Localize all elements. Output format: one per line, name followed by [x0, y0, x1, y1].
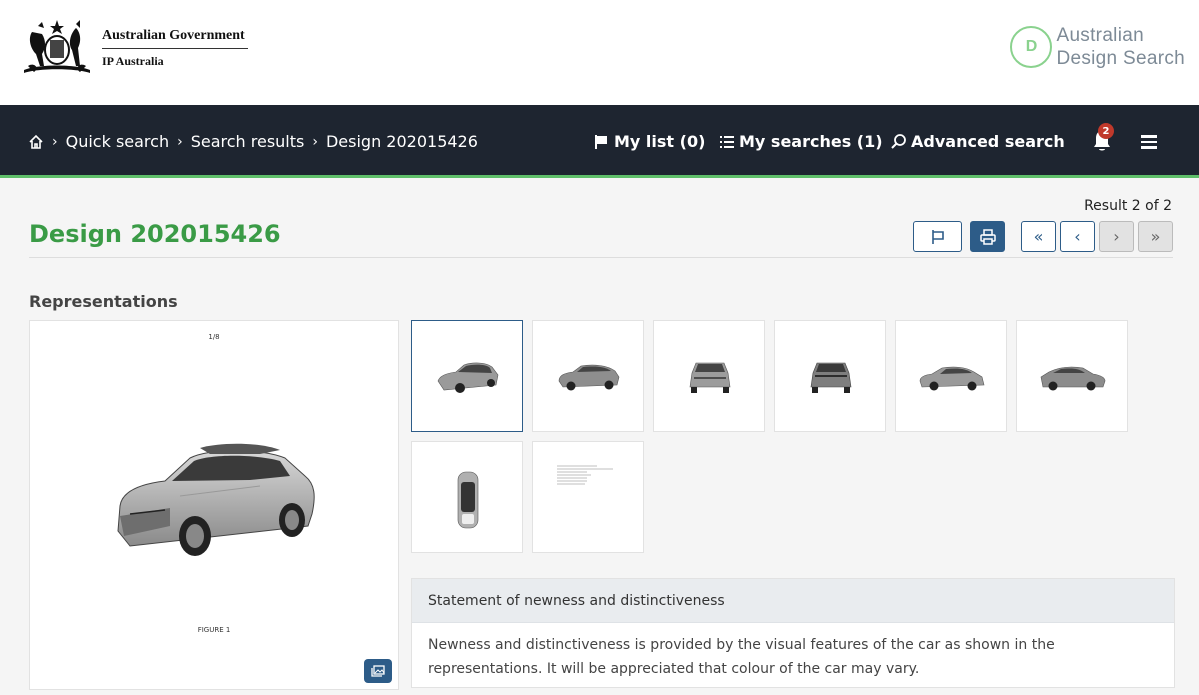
thumbnail-6[interactable] [1016, 320, 1128, 432]
design-search-logo[interactable]: D Australian Design Search [1010, 24, 1185, 70]
thumbnail-4[interactable] [774, 320, 886, 432]
thumbnail-1[interactable] [411, 320, 523, 432]
previous-result-button[interactable]: ‹ [1060, 221, 1095, 252]
print-button[interactable] [970, 221, 1005, 252]
advanced-search-label: Advanced search [911, 132, 1065, 151]
breadcrumb-separator: › [52, 134, 58, 150]
gallery-button[interactable] [364, 659, 392, 683]
flag-icon [594, 134, 610, 150]
breadcrumb-separator: › [312, 134, 318, 150]
thumbnail-2[interactable] [532, 320, 644, 432]
site-header: Australian Government IP Australia D Aus… [0, 0, 1199, 105]
my-list-link[interactable]: My list (0) [594, 105, 705, 178]
car-thumbnail-image [688, 359, 732, 395]
car-front-three-quarter-image [110, 436, 320, 566]
car-thumbnail-image [557, 363, 621, 393]
search-icon [890, 133, 907, 150]
my-list-label: My list (0) [614, 132, 705, 151]
gallery-icon [371, 665, 385, 677]
design-search-logo-mark: D [1010, 26, 1052, 68]
breadcrumb-current: Design 202015426 [326, 132, 478, 151]
breadcrumb-search-results[interactable]: Search results [191, 132, 305, 151]
previous-icon: ‹ [1074, 227, 1080, 246]
car-thumbnail-image [1039, 365, 1107, 391]
list-icon [719, 134, 735, 150]
thumbnail-3[interactable] [653, 320, 765, 432]
car-thumbnail-image [809, 359, 853, 395]
thumbnail-8[interactable] [532, 441, 644, 553]
last-icon: » [1151, 227, 1161, 246]
first-icon: « [1034, 227, 1044, 246]
statement-panel: Statement of newness and distinctiveness… [411, 578, 1175, 688]
coat-of-arms-icon [18, 18, 96, 78]
result-count: Result 2 of 2 [1084, 198, 1172, 214]
logo-line1: Australian [1056, 24, 1185, 47]
my-searches-link[interactable]: My searches (1) [719, 105, 883, 178]
add-to-list-button[interactable] [913, 221, 962, 252]
first-result-button[interactable]: « [1021, 221, 1056, 252]
figure-caption: FIGURE 1 [30, 626, 398, 634]
logo-line2: Design Search [1056, 47, 1185, 70]
car-top-view-image [456, 470, 480, 530]
statement-heading: Statement of newness and distinctiveness [412, 579, 1174, 623]
car-thumbnail-image [918, 365, 986, 391]
menu-icon[interactable] [1141, 135, 1157, 149]
gov-name: Australian Government [102, 28, 248, 49]
page-number: 1/8 [30, 333, 398, 341]
government-logo[interactable]: Australian Government IP Australia [18, 18, 248, 78]
thumbnail-5[interactable] [895, 320, 1007, 432]
last-result-button[interactable]: » [1138, 221, 1173, 252]
representations-heading: Representations [29, 292, 178, 311]
page-title: Design 202015426 [29, 220, 281, 248]
breadcrumb-quick-search[interactable]: Quick search [66, 132, 169, 151]
breadcrumb: › Quick search › Search results › Design… [28, 105, 478, 178]
divider [29, 257, 1173, 258]
print-icon [980, 229, 996, 245]
agency-name: IP Australia [102, 49, 248, 69]
statement-body: Newness and distinctiveness is provided … [412, 623, 1174, 691]
notification-badge: 2 [1098, 123, 1114, 139]
advanced-search-link[interactable]: Advanced search [890, 105, 1065, 178]
car-thumbnail-image [436, 359, 500, 395]
next-icon: › [1113, 227, 1119, 246]
flag-outline-icon [930, 229, 946, 245]
main-navbar: › Quick search › Search results › Design… [0, 105, 1199, 178]
my-searches-label: My searches (1) [739, 132, 883, 151]
main-representation-image[interactable]: 1/8 FIGURE 1 [29, 320, 399, 690]
thumbnail-7[interactable] [411, 441, 523, 553]
next-result-button[interactable]: › [1099, 221, 1134, 252]
text-page-thumbnail [557, 464, 613, 488]
home-icon[interactable] [28, 134, 44, 150]
breadcrumb-separator: › [177, 134, 183, 150]
